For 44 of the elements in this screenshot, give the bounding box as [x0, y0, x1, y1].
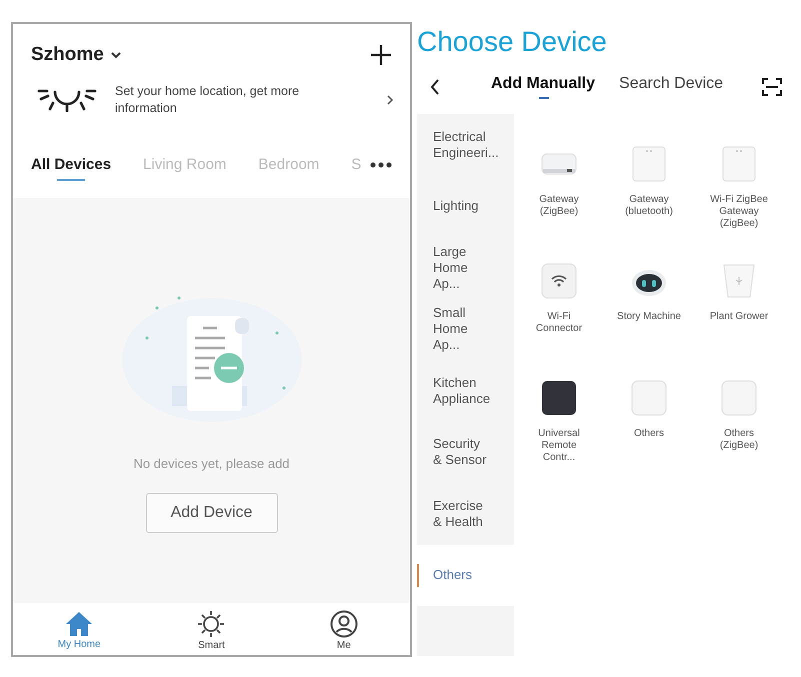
more-icon[interactable]: [370, 162, 392, 168]
category-item[interactable]: Exercise & Health: [417, 483, 514, 544]
device-box-icon: [631, 146, 667, 182]
plant-pot-icon: [721, 263, 757, 299]
category-item[interactable]: Kitchen Appliance: [417, 360, 514, 422]
device-option[interactable]: Gateway (bluetooth): [604, 134, 694, 251]
category-item[interactable]: Security & Sensor: [417, 422, 514, 483]
remote-hub-icon: [541, 380, 577, 416]
mode-tab[interactable]: Add Manually: [491, 75, 596, 99]
nav-tab[interactable]: Smart: [166, 606, 256, 652]
location-prompt[interactable]: Set your home location, get more information: [115, 83, 325, 117]
nav-tab[interactable]: Me: [298, 606, 389, 652]
device-square-icon: [721, 380, 757, 416]
category-item[interactable]: Small Home Ap...: [417, 298, 514, 360]
category-item[interactable]: Electrical Engineeri...: [417, 114, 514, 176]
wifi-device-icon: [541, 263, 577, 299]
category-item[interactable]: Large Home Ap...: [417, 237, 514, 298]
device-option[interactable]: Wi-Fi Connector: [514, 251, 604, 368]
sun-icon: [37, 88, 97, 112]
mode-tab[interactable]: Search Device: [619, 75, 724, 99]
home-name[interactable]: Szhome: [31, 44, 104, 66]
add-device-button[interactable]: Add Device: [146, 493, 278, 533]
profile-icon: [330, 610, 358, 638]
device-option[interactable]: Plant Grower: [694, 251, 784, 368]
page-title: Choose Device: [417, 25, 608, 59]
device-option[interactable]: Story Machine: [604, 251, 694, 368]
device-box-icon: [721, 146, 757, 182]
back-icon[interactable]: [429, 78, 441, 96]
device-option[interactable]: Others (ZigBee): [694, 368, 784, 485]
home-icon: [65, 611, 94, 637]
empty-message: No devices yet, please add: [133, 456, 290, 471]
device-option[interactable]: Wi-Fi ZigBee Gateway (ZigBee): [694, 134, 784, 251]
plus-icon[interactable]: [370, 44, 392, 66]
device-square-icon: [631, 380, 667, 416]
nav-tab[interactable]: My Home: [34, 607, 124, 651]
sun-icon: [197, 610, 226, 638]
device-option[interactable]: Others: [604, 368, 694, 485]
chevron-right-icon[interactable]: [386, 94, 394, 106]
scan-icon[interactable]: [762, 78, 782, 96]
device-option[interactable]: Universal Remote Contr...: [514, 368, 604, 485]
device-option[interactable]: Gateway (ZigBee): [514, 134, 604, 251]
category-item[interactable]: Lighting: [417, 176, 514, 237]
room-tab[interactable]: All Devices: [31, 156, 112, 185]
chevron-down-icon[interactable]: [110, 51, 122, 59]
